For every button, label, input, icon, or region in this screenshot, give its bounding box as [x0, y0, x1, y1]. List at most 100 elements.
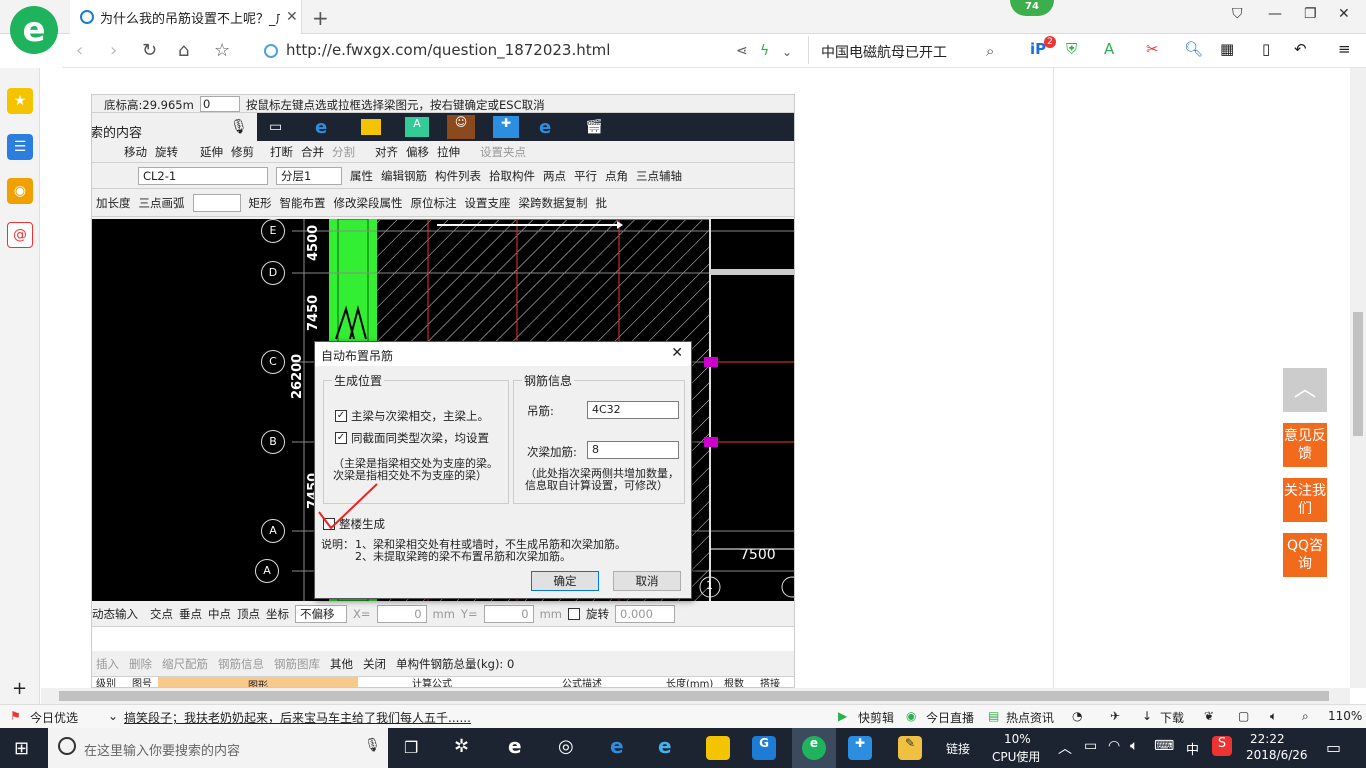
- close-window-icon[interactable]: ✕: [1338, 6, 1350, 22]
- point-angle-button[interactable]: 点角: [605, 168, 628, 184]
- back-to-top-button[interactable]: ︿: [1283, 368, 1327, 412]
- rectangle-button[interactable]: 矩形: [249, 195, 272, 211]
- rebar-info-button[interactable]: 钢筋信息: [218, 656, 264, 672]
- qq-consult-button[interactable]: QQ咨询: [1283, 533, 1327, 577]
- close-rebar-button[interactable]: 关闭: [363, 656, 386, 672]
- minimize-icon[interactable]: —: [1268, 6, 1282, 22]
- folder-icon[interactable]: [361, 119, 381, 135]
- cad-taskbar-icon[interactable]: ✚: [848, 736, 872, 760]
- rotate-input[interactable]: 0.000: [615, 604, 675, 623]
- zoom-level[interactable]: 110%: [1328, 709, 1362, 723]
- split-button[interactable]: 分割: [332, 144, 355, 160]
- modify-beam-button[interactable]: 修改梁段属性: [334, 195, 403, 211]
- microphone-icon[interactable]: 🎙︎: [230, 119, 248, 135]
- quick-edit-link[interactable]: 快剪辑: [858, 709, 894, 726]
- shirt-icon[interactable]: ⛉: [1232, 6, 1243, 22]
- dialog-close-icon[interactable]: ✕: [671, 345, 683, 361]
- today-pick-label[interactable]: 今日优选: [30, 709, 78, 726]
- forward-icon[interactable]: ›: [110, 40, 117, 61]
- browser-logo-icon[interactable]: e: [10, 6, 58, 54]
- app-icon[interactable]: A: [405, 117, 429, 137]
- download-link[interactable]: 下载: [1160, 709, 1184, 726]
- new-tab-button[interactable]: +: [312, 6, 329, 30]
- extend-button[interactable]: 延伸: [200, 144, 223, 160]
- news-ticker-link[interactable]: 搞笑段子；我扶老奶奶起来，后来宝马车主给了我们每人五千......: [124, 709, 471, 726]
- set-support-button[interactable]: 设置支座: [465, 195, 511, 211]
- phone-icon[interactable]: ▯: [1262, 40, 1270, 58]
- apps-icon[interactable]: ▦: [1220, 40, 1234, 58]
- x-input[interactable]: 0: [376, 604, 427, 623]
- add-length-button[interactable]: 加长度: [96, 195, 131, 211]
- cad-app-icon[interactable]: ✚: [493, 116, 519, 138]
- fan-icon[interactable]: ✲: [454, 736, 469, 757]
- hanger-input[interactable]: 4C32: [587, 401, 679, 419]
- other-button[interactable]: 其他: [330, 656, 353, 672]
- two-point-button[interactable]: 两点: [543, 168, 566, 184]
- microphone-icon[interactable]: 🎙︎: [364, 738, 381, 753]
- blank-select[interactable]: [192, 193, 241, 212]
- leaf-icon[interactable]: ❦: [1204, 709, 1214, 723]
- horizontal-scrollbar[interactable]: [41, 688, 1350, 704]
- active-browser-slot[interactable]: e: [792, 728, 836, 768]
- component-list-button[interactable]: 构件列表: [435, 168, 481, 184]
- email-icon[interactable]: @: [7, 222, 33, 248]
- rebar-library-button[interactable]: 钢筋图库: [274, 656, 320, 672]
- smart-layout-button[interactable]: 智能布置: [280, 195, 326, 211]
- break-button[interactable]: 打断: [270, 144, 293, 160]
- maximize-icon[interactable]: ❐: [1304, 6, 1317, 22]
- hot-news-link[interactable]: 热点资讯: [1006, 709, 1054, 726]
- lightning-icon[interactable]: ϟ: [760, 43, 769, 59]
- horizontal-scroll-thumb[interactable]: [59, 691, 1329, 701]
- undo-icon[interactable]: ↶: [1294, 40, 1307, 58]
- dynamic-input-button[interactable]: 动态输入: [92, 606, 138, 622]
- add-sidebar-icon[interactable]: +: [12, 678, 27, 699]
- pin-icon[interactable]: ✈: [1110, 709, 1120, 723]
- scale-rebar-button[interactable]: 缩尺配筋: [162, 656, 208, 672]
- windows-start-icon[interactable]: ⊞: [14, 738, 29, 759]
- vertical-scroll-thumb[interactable]: [1353, 312, 1363, 436]
- wifi-icon[interactable]: ◠: [1108, 738, 1120, 754]
- move-button[interactable]: 移动: [124, 144, 147, 160]
- magnifier-icon[interactable]: 🔍︎: [1184, 40, 1203, 58]
- ie-taskbar-icon[interactable]: e: [658, 734, 672, 758]
- align-button[interactable]: 对齐: [375, 144, 398, 160]
- clock-time[interactable]: 22:22: [1250, 732, 1285, 746]
- chevron-down-icon[interactable]: ⌄: [782, 45, 792, 59]
- merge-button[interactable]: 合并: [301, 144, 324, 160]
- edit-rebar-button[interactable]: 编辑钢筋: [381, 168, 427, 184]
- sound-icon[interactable]: 🔈︎: [1270, 709, 1277, 724]
- qq-icon[interactable]: ☺: [447, 115, 475, 139]
- three-point-arc-button[interactable]: 三点画弧: [139, 195, 185, 211]
- trim-button[interactable]: 修剪: [231, 144, 254, 160]
- notes-icon[interactable]: ✎: [898, 736, 922, 760]
- task-view-icon[interactable]: ❐: [404, 738, 418, 757]
- ime-indicator[interactable]: 中: [1186, 739, 1199, 758]
- grip-button[interactable]: 设置夹点: [480, 144, 526, 160]
- shield-icon[interactable]: ⛨: [1066, 40, 1077, 58]
- search-icon[interactable]: ⌕: [986, 42, 994, 60]
- feedback-button[interactable]: 意见反馈: [1283, 423, 1327, 467]
- coordinate-snap[interactable]: 坐标: [266, 606, 289, 622]
- volume-icon[interactable]: 🔈︎: [1130, 738, 1138, 754]
- offset-button[interactable]: 偏移: [406, 144, 429, 160]
- share-icon[interactable]: ⋖: [736, 43, 748, 59]
- explorer-icon[interactable]: [706, 736, 730, 760]
- delete-button[interactable]: 删除: [129, 656, 152, 672]
- window-icon[interactable]: ▢: [1238, 709, 1249, 723]
- battery-icon[interactable]: ▭: [1084, 738, 1097, 754]
- batch-button[interactable]: 批: [596, 195, 608, 211]
- favorites-icon[interactable]: ★: [7, 88, 33, 114]
- sogou-icon[interactable]: S: [1212, 736, 1232, 756]
- home-icon[interactable]: ⌂: [178, 40, 189, 61]
- insert-button[interactable]: 插入: [96, 656, 119, 672]
- keyboard-icon[interactable]: ⌨: [1154, 738, 1174, 754]
- edge-taskbar-icon[interactable]: e: [610, 734, 624, 758]
- span-copy-button[interactable]: 梁跨数据复制: [519, 195, 588, 211]
- in-situ-label-button[interactable]: 原位标注: [411, 195, 457, 211]
- tab-close-icon[interactable]: ✕: [286, 9, 298, 25]
- edge-icon[interactable]: e: [315, 117, 327, 138]
- g-app-icon[interactable]: G: [752, 736, 776, 760]
- same-section-checkbox[interactable]: ✓: [335, 432, 347, 444]
- intersection-snap[interactable]: 交点: [150, 606, 173, 622]
- translate-icon[interactable]: A: [1104, 40, 1114, 58]
